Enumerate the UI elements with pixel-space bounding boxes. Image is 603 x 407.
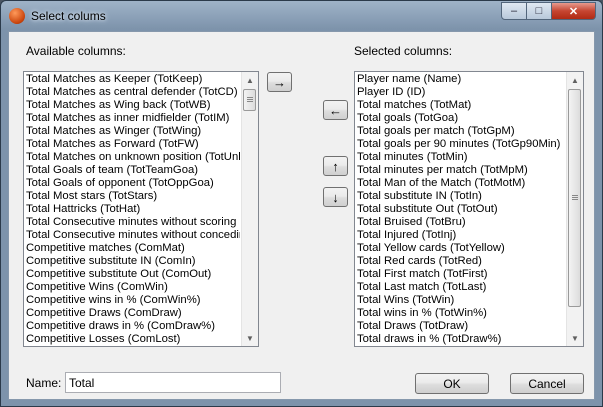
arrow-up-icon: ↑ xyxy=(332,158,339,174)
ok-button[interactable]: OK xyxy=(415,373,489,394)
available-list-scrollbar[interactable]: ▲ ▼ xyxy=(241,72,258,346)
list-item[interactable]: Competitive Losses (ComLost) xyxy=(26,333,240,346)
list-item[interactable]: Total Red cards (TotRed) xyxy=(357,255,565,268)
move-up-button[interactable]: ↑ xyxy=(323,156,348,176)
scroll-down-arrow-icon[interactable]: ▼ xyxy=(567,330,583,346)
available-columns-label: Available columns: xyxy=(26,44,126,58)
list-item[interactable]: Total Last match (TotLast) xyxy=(357,281,565,294)
list-item[interactable]: Total Wins (TotWin) xyxy=(357,294,565,307)
arrow-left-icon: ← xyxy=(329,102,342,118)
list-item[interactable]: Total Most stars (TotStars) xyxy=(26,190,240,203)
list-item[interactable]: Total Yellow cards (TotYellow) xyxy=(357,242,565,255)
list-item[interactable]: Competitive matches (ComMat) xyxy=(26,242,240,255)
close-button[interactable]: ✕ xyxy=(552,2,596,20)
title-bar[interactable]: Select colums ‒ □ ✕ xyxy=(1,1,602,31)
minimize-button[interactable]: ‒ xyxy=(501,2,527,20)
list-item[interactable]: Competitive draws in % (ComDraw%) xyxy=(26,320,240,333)
available-columns-list[interactable]: Total Matches as Keeper (TotKeep) Total M… xyxy=(23,71,259,347)
list-item[interactable]: Total Goals of team (TotTeamGoa) xyxy=(26,164,240,177)
move-down-button[interactable]: ↓ xyxy=(323,187,348,207)
list-item[interactable]: Total Matches as inner midfielder (TotIM… xyxy=(26,112,240,125)
dialog-client-area: Available columns: Selected columns: Tot… xyxy=(8,31,595,400)
list-item[interactable]: Total Bruised (TotBru) xyxy=(357,216,565,229)
list-item[interactable]: Total Matches as Forward (TotFW) xyxy=(26,138,240,151)
arrow-right-icon: → xyxy=(273,74,286,90)
list-item[interactable]: Total Draws (TotDraw) xyxy=(357,320,565,333)
selected-columns-list[interactable]: Player name (Name) Player ID (ID) Total ma… xyxy=(354,71,584,347)
remove-column-button[interactable]: ← xyxy=(323,100,348,120)
list-item[interactable]: Total Injured (TotInj) xyxy=(357,229,565,242)
list-item[interactable]: Total goals per match (TotGpM) xyxy=(357,125,565,138)
name-label: Name: xyxy=(26,376,62,390)
list-item[interactable]: Total Matches on unknown position (TotUn… xyxy=(26,151,240,164)
select-columns-dialog: Select colums ‒ □ ✕ Available columns: S… xyxy=(0,0,603,407)
window-controls: ‒ □ ✕ xyxy=(501,2,596,20)
app-ball-icon xyxy=(9,8,25,24)
list-item[interactable]: Competitive Wins (ComWin) xyxy=(26,281,240,294)
list-item[interactable]: Total draws in % (TotDraw%) xyxy=(357,333,565,346)
list-item[interactable]: Total substitute IN (TotIn) xyxy=(357,190,565,203)
list-item[interactable]: Total Goals of opponent (TotOppGoa) xyxy=(26,177,240,190)
list-item[interactable]: Total Consecutive minutes without scorin… xyxy=(26,216,240,229)
list-item[interactable]: Competitive substitute IN (ComIn) xyxy=(26,255,240,268)
list-item[interactable]: Total Matches as central defender (TotCD… xyxy=(26,86,240,99)
maximize-button[interactable]: □ xyxy=(527,2,552,20)
selected-columns-label: Selected columns: xyxy=(354,44,453,58)
list-item[interactable]: Total Matches as Keeper (TotKeep) xyxy=(26,73,240,86)
available-scroll-thumb[interactable] xyxy=(243,89,256,111)
selected-scroll-thumb[interactable] xyxy=(568,89,581,307)
list-item[interactable]: Competitive Draws (ComDraw) xyxy=(26,307,240,320)
list-item[interactable]: Total minutes per match (TotMpM) xyxy=(357,164,565,177)
list-item[interactable]: Total Man of the Match (TotMotM) xyxy=(357,177,565,190)
maximize-icon: □ xyxy=(535,5,543,17)
selected-list-scrollbar[interactable]: ▲ ▼ xyxy=(566,72,583,346)
list-item[interactable]: Total Matches as Winger (TotWing) xyxy=(26,125,240,138)
name-input[interactable]: Total xyxy=(65,372,281,393)
list-item[interactable]: Player ID (ID) xyxy=(357,86,565,99)
window-title: Select colums xyxy=(31,9,106,23)
scroll-up-arrow-icon[interactable]: ▲ xyxy=(242,72,258,88)
list-item[interactable]: Total Hattricks (TotHat) xyxy=(26,203,240,216)
list-item[interactable]: Competitive wins in % (ComWin%) xyxy=(26,294,240,307)
list-item[interactable]: Total matches (TotMat) xyxy=(357,99,565,112)
list-item[interactable]: Total goals (TotGoa) xyxy=(357,112,565,125)
list-item[interactable]: Total goals per 90 minutes (TotGp90Min) xyxy=(357,138,565,151)
list-item[interactable]: Total First match (TotFirst) xyxy=(357,268,565,281)
list-item[interactable]: Player name (Name) xyxy=(357,73,565,86)
add-column-button[interactable]: → xyxy=(267,72,292,92)
close-icon: ✕ xyxy=(568,5,579,18)
list-item[interactable]: Total Matches as Wing back (TotWB) xyxy=(26,99,240,112)
list-item[interactable]: Total wins in % (TotWin%) xyxy=(357,307,565,320)
scroll-down-arrow-icon[interactable]: ▼ xyxy=(242,330,258,346)
list-item[interactable]: Total Consecutive minutes without conced… xyxy=(26,229,240,242)
cancel-button[interactable]: Cancel xyxy=(510,373,584,394)
list-item[interactable]: Total substitute Out (TotOut) xyxy=(357,203,565,216)
list-item[interactable]: Total minutes (TotMin) xyxy=(357,151,565,164)
arrow-down-icon: ↓ xyxy=(332,189,339,205)
minimize-icon: ‒ xyxy=(510,5,518,17)
scroll-up-arrow-icon[interactable]: ▲ xyxy=(567,72,583,88)
list-item[interactable]: Competitive substitute Out (ComOut) xyxy=(26,268,240,281)
